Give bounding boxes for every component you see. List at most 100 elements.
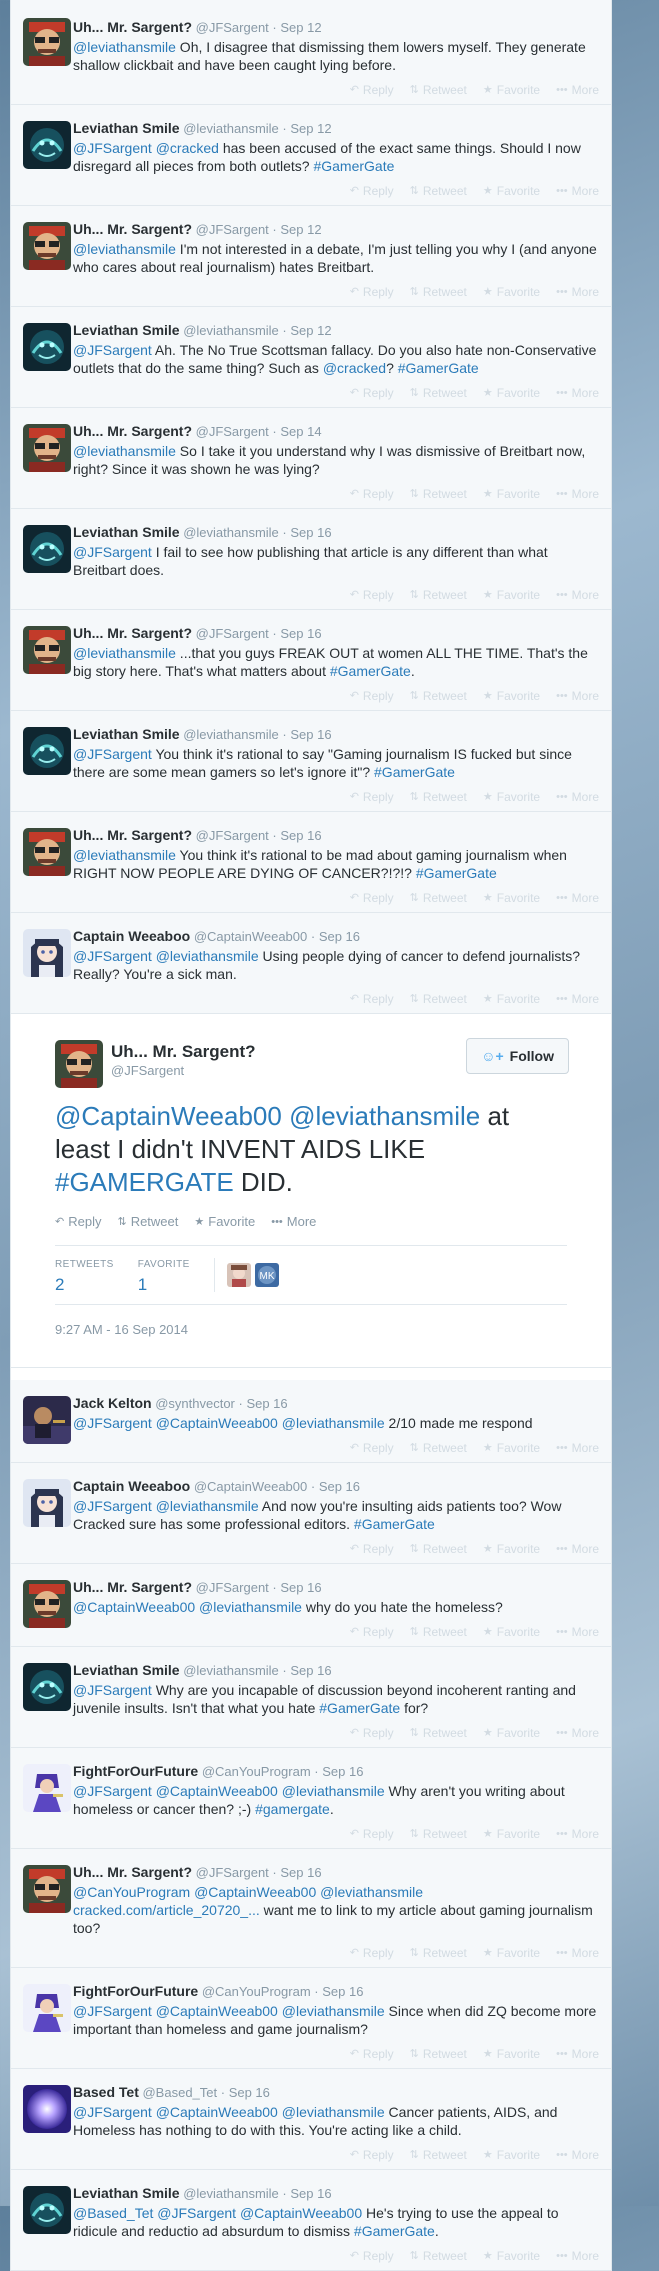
retweet-button[interactable]: ⇅ Retweet bbox=[410, 991, 467, 1007]
more-button[interactable]: ••• More bbox=[556, 486, 599, 502]
favorite-button[interactable]: ★ Favorite bbox=[483, 183, 540, 199]
tweet-time[interactable]: Sep 12 bbox=[280, 20, 321, 35]
retweet-button[interactable]: ⇅ Retweet bbox=[410, 1541, 467, 1557]
hashtag-link[interactable]: #GamerGate bbox=[374, 764, 455, 780]
author-handle[interactable]: @CanYouProgram bbox=[198, 1984, 311, 1999]
hashtag-link[interactable]: #GamerGate bbox=[313, 158, 394, 174]
retweet-button[interactable]: ⇅ Retweet bbox=[410, 1725, 467, 1741]
tweet-time[interactable]: Sep 16 bbox=[322, 1764, 363, 1779]
author-handle[interactable]: @JFSargent bbox=[192, 1580, 269, 1595]
author-handle[interactable]: @JFSargent bbox=[192, 626, 269, 641]
more-button[interactable]: ••• More bbox=[556, 82, 599, 98]
author-name[interactable]: Uh... Mr. Sargent? bbox=[73, 827, 192, 843]
main-tweet-timestamp[interactable]: 9:27 AM - 16 Sep 2014 bbox=[55, 1321, 567, 1339]
favorite-button[interactable]: ★ Favorite bbox=[483, 2147, 540, 2163]
retweet-button[interactable]: ⇅ Retweet bbox=[410, 2248, 467, 2264]
reply-button[interactable]: ↶ Reply bbox=[350, 2046, 394, 2062]
tweet-time[interactable]: Sep 16 bbox=[290, 727, 331, 742]
reply-tweet[interactable]: Uh... Mr. Sargent? @JFSargent · Sep 16 @l… bbox=[10, 610, 612, 711]
mention-link[interactable]: @JFSargent bbox=[73, 2003, 152, 2019]
retweet-button[interactable]: ⇅ Retweet bbox=[410, 2147, 467, 2163]
more-button[interactable]: ••• More bbox=[556, 587, 599, 603]
avatar[interactable] bbox=[23, 1396, 71, 1444]
reply-tweet[interactable]: Uh... Mr. Sargent? @JFSargent · Sep 16 @C… bbox=[10, 1564, 612, 1647]
avatar[interactable] bbox=[23, 1580, 71, 1628]
author-handle[interactable]: @leviathansmile bbox=[180, 121, 279, 136]
more-button[interactable]: ••• More bbox=[556, 385, 599, 401]
mention-link[interactable]: @JFSargent bbox=[73, 342, 152, 358]
author-handle[interactable]: @JFSargent bbox=[192, 828, 269, 843]
author-handle[interactable]: @JFSargent bbox=[192, 424, 269, 439]
more-button[interactable]: ••• More bbox=[556, 2046, 599, 2062]
reply-button[interactable]: ↶ Reply bbox=[55, 1213, 101, 1231]
retweet-button[interactable]: ⇅ Retweet bbox=[410, 82, 467, 98]
reply-tweet[interactable]: Jack Kelton @synthvector · Sep 16 @JFSarg… bbox=[10, 1380, 612, 1463]
mention-link[interactable]: @JFSargent bbox=[73, 1783, 152, 1799]
reply-button[interactable]: ↶ Reply bbox=[350, 688, 394, 704]
more-button[interactable]: ••• More bbox=[556, 183, 599, 199]
author-name[interactable]: Leviathan Smile bbox=[73, 322, 180, 338]
reply-button[interactable]: ↶ Reply bbox=[350, 385, 394, 401]
avatar[interactable] bbox=[23, 1479, 71, 1527]
more-button[interactable]: ••• More bbox=[556, 890, 599, 906]
author-name[interactable]: Leviathan Smile bbox=[73, 1662, 180, 1678]
more-button[interactable]: ••• More bbox=[556, 1541, 599, 1557]
author-name[interactable]: Captain Weeaboo bbox=[73, 1478, 190, 1494]
author-name[interactable]: Leviathan Smile bbox=[73, 726, 180, 742]
favorite-button[interactable]: ★ Favorite bbox=[483, 385, 540, 401]
mention-link[interactable]: @leviathansmile bbox=[73, 39, 176, 55]
reply-button[interactable]: ↶ Reply bbox=[350, 991, 394, 1007]
mention-link[interactable]: @leviathansmile bbox=[73, 443, 176, 459]
retweet-button[interactable]: ⇅ Retweet bbox=[410, 890, 467, 906]
mention-link[interactable]: @leviathansmile bbox=[156, 948, 259, 964]
tweet-time[interactable]: Sep 16 bbox=[229, 2085, 270, 2100]
mention-link[interactable]: @JFSargent bbox=[73, 746, 152, 762]
mention-link[interactable]: @leviathansmile bbox=[73, 645, 176, 661]
retweet-button[interactable]: ⇅ Retweet bbox=[410, 587, 467, 603]
author-name[interactable]: Uh... Mr. Sargent? bbox=[73, 19, 192, 35]
tweet-time[interactable]: Sep 12 bbox=[290, 323, 331, 338]
author-handle[interactable]: @leviathansmile bbox=[180, 1663, 279, 1678]
author-handle[interactable]: @synthvector bbox=[152, 1396, 235, 1411]
avatar[interactable] bbox=[23, 2085, 71, 2133]
reply-tweet[interactable]: FightForOurFuture @CanYouProgram · Sep 1… bbox=[10, 1968, 612, 2069]
reply-tweet[interactable]: Uh... Mr. Sargent? @JFSargent · Sep 16 @l… bbox=[10, 812, 612, 913]
tweet-time[interactable]: Sep 12 bbox=[280, 222, 321, 237]
more-button[interactable]: ••• More bbox=[556, 1725, 599, 1741]
mention-link[interactable]: @CaptainWeeab00 bbox=[156, 1783, 278, 1799]
favorite-button[interactable]: ★ Favorite bbox=[483, 1440, 540, 1456]
favorite-button[interactable]: ★ Favorite bbox=[483, 587, 540, 603]
hashtag-link[interactable]: #GamerGate bbox=[354, 1516, 435, 1532]
favorite-button[interactable]: ★ Favorite bbox=[483, 2248, 540, 2264]
avatar[interactable] bbox=[23, 2186, 71, 2234]
favorite-button[interactable]: ★ Favorite bbox=[483, 82, 540, 98]
author-handle[interactable]: @CanYouProgram bbox=[198, 1764, 311, 1779]
mention-link[interactable]: @JFSargent bbox=[73, 1415, 152, 1431]
mention-link[interactable]: @JFSargent bbox=[73, 140, 152, 156]
author-name[interactable]: Uh... Mr. Sargent? bbox=[73, 625, 192, 641]
avatar[interactable] bbox=[23, 929, 71, 977]
mention-link[interactable]: @leviathansmile bbox=[282, 1783, 385, 1799]
reply-button[interactable]: ↶ Reply bbox=[350, 183, 394, 199]
favorite-button[interactable]: ★ Favorite bbox=[483, 486, 540, 502]
retweet-button[interactable]: ⇅ Retweet bbox=[410, 385, 467, 401]
reply-button[interactable]: ↶ Reply bbox=[350, 1440, 394, 1456]
tweet-time[interactable]: Sep 16 bbox=[319, 1479, 360, 1494]
avatar[interactable] bbox=[23, 1865, 71, 1913]
author-name[interactable]: FightForOurFuture bbox=[73, 1763, 198, 1779]
author-name[interactable]: Jack Kelton bbox=[73, 1395, 152, 1411]
mention-link[interactable]: @leviathansmile bbox=[199, 1599, 302, 1615]
retweet-button[interactable]: ⇅ Retweet bbox=[410, 486, 467, 502]
mention-link[interactable]: @JFSargent bbox=[73, 2104, 152, 2120]
hashtag-link[interactable]: #GAMERGATE bbox=[55, 1167, 234, 1197]
mention-link[interactable]: @CaptainWeeab00 bbox=[194, 1884, 316, 1900]
more-button[interactable]: ••• More bbox=[556, 2248, 599, 2264]
mention-link[interactable]: @leviathansmile bbox=[282, 1415, 385, 1431]
mention-link[interactable]: @leviathansmile bbox=[156, 1498, 259, 1514]
favorite-button[interactable]: ★ Favorite bbox=[483, 688, 540, 704]
mention-link[interactable]: @CanYouProgram bbox=[73, 1884, 190, 1900]
reply-button[interactable]: ↶ Reply bbox=[350, 82, 394, 98]
more-button[interactable]: ••• More bbox=[556, 1945, 599, 1961]
more-button[interactable]: ••• More bbox=[556, 688, 599, 704]
retweet-button[interactable]: ⇅ Retweet bbox=[410, 1440, 467, 1456]
